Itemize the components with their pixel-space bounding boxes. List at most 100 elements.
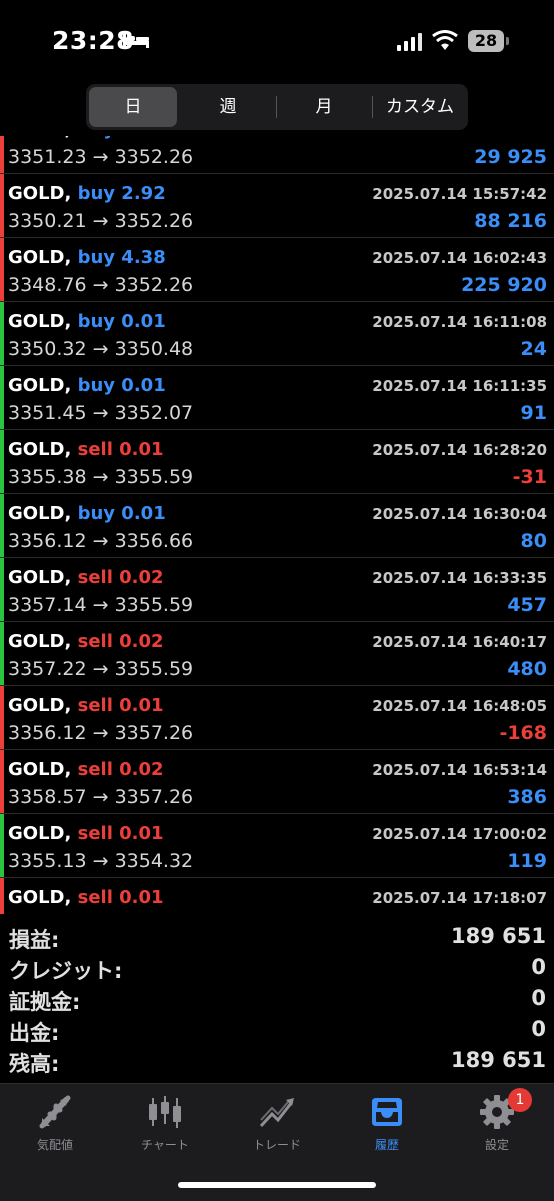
trade-row[interactable]: GOLD, sell 0.02 3358.57 → 3357.26 2025.07.… [0, 750, 554, 814]
trade-row[interactable]: GOLD, sell 0.013352.19 → 3351.362025.07.… [0, 878, 554, 914]
trade-symbol-line: GOLD, buy 0.01 [8, 503, 166, 524]
battery-tip [506, 37, 509, 45]
tab-quotes-label: 気配値 [36, 1138, 73, 1152]
trade-row[interactable]: GOLD, sell 0.01 3355.38 → 3355.59 2025.07.… [0, 430, 554, 494]
summary-credit-value: 0 [531, 955, 546, 979]
trade-symbol: GOLD, [8, 759, 72, 780]
bed-icon [123, 33, 149, 48]
trade-time: 2025.07.14 17:00:02 [372, 825, 547, 843]
trade-time: 2025.07.14 15:57:42 [372, 136, 547, 139]
trade-row[interactable]: GOLD, buy 0.01 3356.12 → 3356.66 2025.07.1… [0, 494, 554, 558]
trade-profit: 225 920 [461, 274, 547, 296]
trade-row[interactable]: GOLD, sell 0.01 3355.13 → 3354.32 2025.07.… [0, 814, 554, 878]
trade-profit: 24 [520, 338, 547, 360]
trade-symbol: GOLD, [8, 503, 72, 524]
trade-row[interactable]: GOLD, buy 2.92 3350.21 → 3352.26 2025.07.1… [0, 174, 554, 238]
trade-row[interactable]: GOLD, sell 0.02 3357.22 → 3355.59 2025.07.… [0, 622, 554, 686]
segment-divider [372, 96, 373, 118]
summary-balance-label: 残高: [9, 1052, 60, 1076]
trade-icon [259, 1098, 294, 1128]
trade-row[interactable]: GOLD, buy 2.92 3351.23 → 3352.26 2025.07.1… [0, 136, 554, 174]
trade-profit: 457 [507, 594, 547, 616]
trade-profit: -31 [512, 466, 547, 488]
trade-symbol-line: GOLD, sell 0.02 [8, 759, 164, 780]
account-summary: 損益: 189 651 クレジット: 0 証拠金: 0 出金: 0 残高: 18… [0, 922, 554, 1077]
trade-status-bar [0, 750, 4, 813]
trade-profit: 119 [507, 850, 547, 872]
tab-custom[interactable]: カスタム [374, 87, 466, 127]
trade-row[interactable]: GOLD, sell 0.01 3356.12 → 3357.26 2025.07.… [0, 686, 554, 750]
tab-trade[interactable]: トレード [222, 1090, 332, 1160]
trade-status-bar [0, 558, 4, 621]
trade-symbol: GOLD, [8, 631, 72, 652]
trade-side: buy 0.01 [77, 375, 166, 396]
trade-time: 2025.07.14 16:02:43 [372, 249, 547, 267]
tab-history[interactable]: 履歴 [332, 1090, 442, 1160]
trade-side: sell 0.01 [77, 695, 164, 716]
trade-symbol-line: GOLD, buy 0.01 [8, 375, 166, 396]
trade-prices: 3355.13 → 3354.32 [8, 850, 194, 872]
trade-symbol: GOLD, [8, 183, 72, 204]
trade-symbol-line: GOLD, buy 4.38 [8, 247, 166, 268]
trade-symbol: GOLD, [8, 439, 72, 460]
trade-status-bar [0, 430, 4, 493]
trade-profit: 29 925 [474, 146, 547, 168]
tab-chart-label: チャート [141, 1138, 189, 1152]
trade-symbol: GOLD, [8, 247, 72, 268]
trade-row[interactable]: GOLD, sell 0.02 3357.14 → 3355.59 2025.07.… [0, 558, 554, 622]
status-bar: 23:28 28 [0, 0, 554, 80]
trade-symbol: GOLD, [8, 567, 72, 588]
trade-row[interactable]: GOLD, buy 0.01 3351.45 → 3352.07 2025.07.1… [0, 366, 554, 430]
summary-row-deposit: 証拠金: 0 [0, 984, 554, 1015]
chart-icon [149, 1096, 181, 1128]
tab-trade-label: トレード [252, 1138, 301, 1152]
trade-side: sell 0.01 [77, 823, 164, 844]
trade-symbol-line: GOLD, sell 0.01 [8, 439, 164, 460]
trade-row[interactable]: GOLD, buy 4.38 3348.76 → 3352.26 2025.07.1… [0, 238, 554, 302]
tab-chart[interactable]: チャート [110, 1090, 220, 1160]
trade-side: sell 0.02 [77, 567, 164, 588]
trade-status-bar [0, 622, 4, 685]
summary-withdrawal-label: 出金: [9, 1021, 60, 1045]
trade-status-bar [0, 814, 4, 877]
trade-prices: 3357.14 → 3355.59 [8, 594, 194, 616]
trade-row[interactable]: GOLD, buy 0.01 3350.32 → 3350.48 2025.07.1… [0, 302, 554, 366]
tab-month[interactable]: 月 [278, 87, 370, 127]
trade-history-list[interactable]: GOLD, buy 2.92 3351.23 → 3352.26 2025.07.1… [0, 136, 554, 914]
summary-credit-label: クレジット: [9, 959, 123, 983]
trade-symbol-line: GOLD, buy 2.92 [8, 183, 166, 204]
tab-week[interactable]: 週 [182, 87, 274, 127]
trade-time: 2025.07.14 16:30:04 [372, 505, 547, 523]
trade-status-bar [0, 302, 4, 365]
trade-time: 2025.07.14 16:33:35 [372, 569, 547, 587]
trade-prices: 3356.12 → 3357.26 [8, 722, 194, 744]
trade-symbol-line: GOLD, sell 0.01 [8, 887, 164, 908]
summary-balance-value: 189 651 [451, 1048, 546, 1072]
trade-time: 2025.07.14 16:53:14 [372, 761, 547, 779]
tab-history-label: 履歴 [374, 1138, 399, 1152]
trade-prices: 3357.22 → 3355.59 [8, 658, 194, 680]
tab-settings[interactable]: 設定 [442, 1090, 552, 1160]
trade-side: buy 4.38 [77, 247, 166, 268]
trade-time: 2025.07.14 16:11:35 [372, 377, 547, 395]
tab-day[interactable]: 日 [89, 87, 177, 127]
trade-symbol: GOLD, [8, 375, 72, 396]
trade-symbol: GOLD, [8, 136, 71, 140]
summary-row-profit: 損益: 189 651 [0, 922, 554, 953]
trade-status-bar [0, 238, 4, 301]
trade-profit: 88 216 [474, 210, 547, 232]
segment-divider [276, 96, 277, 118]
history-icon [372, 1098, 402, 1126]
home-indicator[interactable] [178, 1182, 376, 1188]
summary-withdrawal-value: 0 [531, 1017, 546, 1041]
trade-time: 2025.07.14 16:40:17 [372, 633, 547, 651]
trade-side: buy 0.01 [77, 503, 166, 524]
trade-time: 2025.07.14 17:18:07 [372, 889, 547, 907]
battery-indicator: 28 [468, 30, 504, 52]
tab-quotes[interactable]: 気配値 [0, 1090, 110, 1160]
trade-status-bar [0, 878, 4, 914]
trade-prices: 3348.76 → 3352.26 [8, 274, 194, 296]
trade-prices: 3350.21 → 3352.26 [8, 210, 194, 232]
trade-history-list-inner: GOLD, buy 2.92 3351.23 → 3352.26 2025.07.1… [0, 136, 554, 914]
trade-status-bar [0, 686, 4, 749]
